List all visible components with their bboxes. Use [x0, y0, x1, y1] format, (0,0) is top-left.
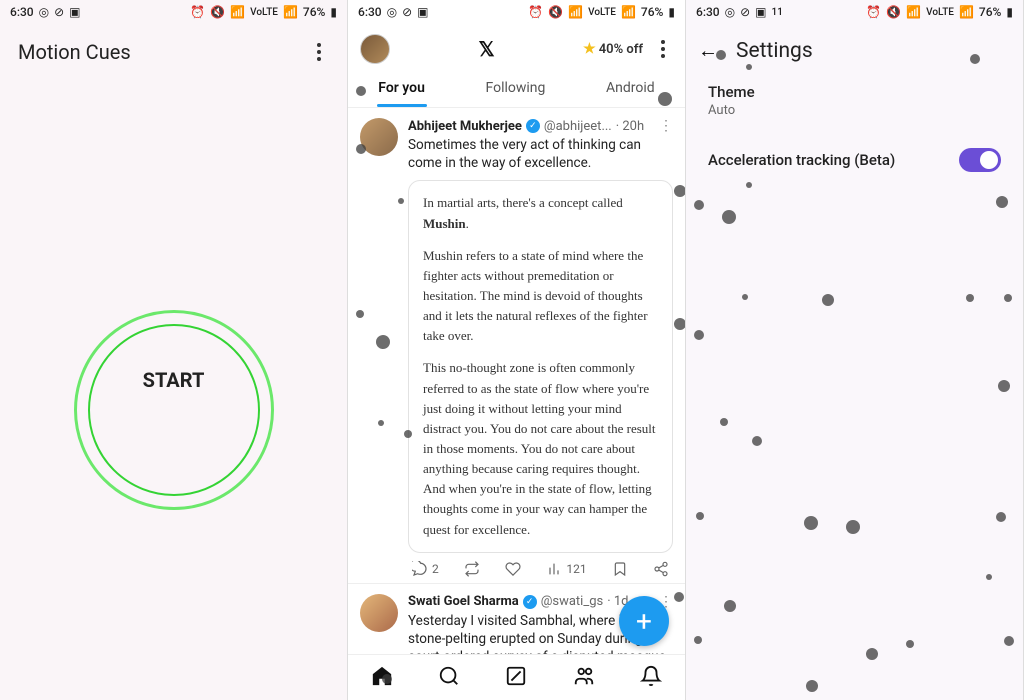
theme-label: Theme [708, 83, 1001, 101]
like-button[interactable] [505, 561, 521, 577]
mute-icon: 🔇 [886, 5, 901, 19]
battery-label: 76% [303, 5, 325, 19]
x-logo-icon[interactable]: 𝕏 [479, 37, 495, 61]
page-title: Motion Cues [18, 40, 131, 64]
bottom-nav [348, 654, 685, 700]
check-icon: ⊘ [54, 5, 64, 19]
nav-grok-icon[interactable] [505, 665, 527, 691]
nav-communities-icon[interactable] [573, 665, 595, 691]
wifi-icon: 📶 [906, 5, 921, 19]
alarm-icon: ⏰ [528, 5, 543, 19]
motion-cues-pane: 6:30 ◎ ⊘ ▣ ⏰ 🔇 📶 VoLTE 📶 76% ▮ Motion Cu… [0, 0, 348, 700]
image-icon: ▣ [417, 5, 428, 19]
mute-icon: 🔇 [210, 5, 225, 19]
battery-icon: ▮ [1006, 5, 1013, 19]
status-time: 6:30 [696, 5, 720, 19]
volte-label: VoLTE [926, 7, 954, 18]
tweet-text: Sometimes the very act of thinking can c… [408, 136, 673, 172]
instagram-icon: ◎ [725, 5, 735, 19]
accel-setting[interactable]: Acceleration tracking (Beta) [686, 132, 1023, 188]
views-button[interactable]: 121 [546, 561, 586, 577]
signal-icon: 📶 [621, 5, 636, 19]
tab-following[interactable]: Following [478, 80, 554, 96]
more-icon[interactable] [309, 42, 329, 62]
battery-icon: ▮ [668, 5, 675, 19]
start-label: START [74, 250, 274, 510]
check-icon: ⊘ [402, 5, 412, 19]
status-bar: 6:30 ◎ ⊘ ▣ 11 ⏰ 🔇 📶 VoLTE 📶 76% ▮ [686, 0, 1023, 24]
plus-icon: + [636, 605, 652, 638]
start-button[interactable]: START [74, 310, 274, 510]
tweet-more-icon[interactable]: ⋮ [659, 118, 673, 134]
battery-label: 76% [641, 5, 663, 19]
share-button[interactable] [653, 561, 669, 577]
tweet-avatar[interactable] [360, 594, 398, 632]
tab-android[interactable]: Android [598, 80, 663, 96]
battery-icon: ▮ [330, 5, 337, 19]
tweet-actions: 2 121 [408, 553, 673, 577]
verified-icon: ✓ [526, 119, 540, 133]
more-icon[interactable] [653, 39, 673, 59]
accel-toggle[interactable] [959, 148, 1001, 172]
quote-card[interactable]: In martial arts, there's a concept calle… [408, 180, 673, 552]
theme-setting[interactable]: Theme Auto [686, 69, 1023, 132]
feed-tabs: For you Following Android [348, 68, 685, 108]
signal-icon: 📶 [959, 5, 974, 19]
status-time: 6:30 [10, 5, 34, 19]
reply-button[interactable]: 2 [412, 561, 439, 577]
wifi-icon: 📶 [230, 5, 245, 19]
tweet-author[interactable]: Swati Goel Sharma [408, 594, 519, 609]
check-icon: ⊘ [740, 5, 750, 19]
tweet-handle: @abhijeet... [544, 119, 612, 134]
bookmark-button[interactable] [612, 561, 628, 577]
mute-icon: 🔇 [548, 5, 563, 19]
verified-icon: ✓ [523, 595, 537, 609]
tweet-handle: @swati_gs [541, 594, 604, 609]
volte-label: VoLTE [588, 7, 616, 18]
image-icon: ▣ [755, 5, 766, 19]
notif-count: 11 [772, 7, 783, 18]
nav-search-icon[interactable] [438, 665, 460, 691]
accel-label: Acceleration tracking (Beta) [708, 151, 895, 169]
back-icon[interactable]: ← [698, 38, 718, 63]
alarm-icon: ⏰ [866, 5, 881, 19]
tab-for-you[interactable]: For you [370, 80, 433, 96]
theme-value: Auto [708, 103, 1001, 118]
tweet-author[interactable]: Abhijeet Mukherjee [408, 119, 522, 134]
status-bar: 6:30 ◎ ⊘ ▣ ⏰ 🔇 📶 VoLTE 📶 76% ▮ [348, 0, 685, 24]
volte-label: VoLTE [250, 7, 278, 18]
status-bar: 6:30 ◎ ⊘ ▣ ⏰ 🔇 📶 VoLTE 📶 76% ▮ [0, 0, 347, 24]
tweet-time: · 20h [616, 119, 644, 134]
status-time: 6:30 [358, 5, 382, 19]
page-title: Settings [736, 39, 813, 63]
compose-fab[interactable]: + [619, 596, 669, 646]
star-icon: ★ [583, 41, 596, 57]
instagram-icon: ◎ [387, 5, 397, 19]
tweet[interactable]: Abhijeet Mukherjee ✓ @abhijeet... · 20h … [348, 108, 685, 584]
retweet-button[interactable] [464, 561, 480, 577]
battery-label: 76% [979, 5, 1001, 19]
wifi-icon: 📶 [568, 5, 583, 19]
nav-notifications-icon[interactable] [640, 665, 662, 691]
alarm-icon: ⏰ [190, 5, 205, 19]
signal-icon: 📶 [283, 5, 298, 19]
settings-pane: 6:30 ◎ ⊘ ▣ 11 ⏰ 🔇 📶 VoLTE 📶 76% ▮ ← Sett… [686, 0, 1024, 700]
image-icon: ▣ [69, 5, 80, 19]
instagram-icon: ◎ [39, 5, 49, 19]
profile-avatar[interactable] [360, 34, 390, 64]
promo-badge[interactable]: ★40% off [583, 41, 643, 57]
x-app-pane: 6:30 ◎ ⊘ ▣ ⏰ 🔇 📶 VoLTE 📶 76% ▮ 𝕏 ★40% of… [348, 0, 686, 700]
